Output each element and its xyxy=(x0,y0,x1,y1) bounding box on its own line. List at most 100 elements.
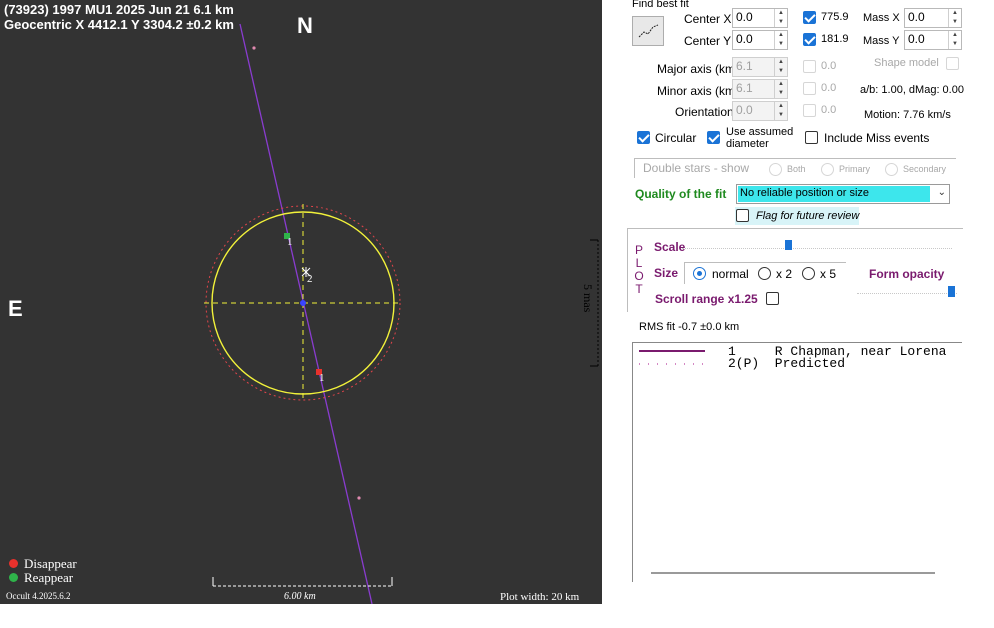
mass-y-value: 0.0 xyxy=(908,32,925,46)
fit-minor-axis-checkbox[interactable] xyxy=(803,82,816,95)
motion-readout: Motion: 7.76 km/s xyxy=(864,109,951,121)
size-x5-label: x 5 xyxy=(820,267,837,281)
size-x2-label: x 2 xyxy=(776,267,793,281)
predicted-point xyxy=(252,46,256,50)
center-y-label: Center Y xyxy=(684,34,732,48)
minor-axis-label: Minor axis (km) xyxy=(657,84,740,98)
spinner-arrows-icon[interactable]: ▲ ▼ xyxy=(948,9,961,27)
scale-bar xyxy=(212,577,393,587)
orientation-label: Orientation xyxy=(675,105,734,119)
observer-line-swatches xyxy=(639,350,705,365)
plot-width-label: Plot width: 20 km xyxy=(500,591,580,603)
flag-review-checkbox[interactable] xyxy=(736,209,749,222)
plot-title-line2: Geocentric X 4412.1 Y 3304.2 ±0.2 km xyxy=(4,17,234,32)
size-x5-radio[interactable] xyxy=(802,267,815,280)
spinner-arrows-icon[interactable]: ▲ ▼ xyxy=(948,31,961,49)
fit-center-x-checkbox[interactable] xyxy=(803,11,816,24)
chord-label: 1 xyxy=(319,372,325,384)
spinner-arrows-icon[interactable]: ▲ ▼ xyxy=(774,102,787,120)
center-y-rms: 181.9 xyxy=(821,33,849,45)
double-both-radio[interactable] xyxy=(769,163,782,176)
center-x-value: 0.0 xyxy=(736,10,753,24)
orientation-input[interactable]: 0.0 ▲ ▼ xyxy=(732,101,788,121)
fit-orientation-checkbox[interactable] xyxy=(803,104,816,117)
size-normal-radio[interactable] xyxy=(693,267,706,280)
shape-model-label: Shape model xyxy=(874,57,939,69)
circular-checkbox[interactable] xyxy=(637,131,650,144)
size-normal-label: normal xyxy=(712,267,749,281)
find-best-fit-button[interactable] xyxy=(632,16,664,46)
fit-control-panel: Find best fit Center X 0.0 ▲ ▼ Center Y 0… xyxy=(602,0,994,628)
center-x-rms: 775.9 xyxy=(821,11,849,23)
use-assumed-diameter-checkbox[interactable] xyxy=(707,131,720,144)
opacity-slider-track[interactable] xyxy=(857,293,957,294)
shape-model-checkbox[interactable] xyxy=(946,57,959,70)
mass-x-label: Mass X xyxy=(863,12,900,24)
observer-list[interactable]: 1 R Chapman, near Lorena 2(P) Predicted xyxy=(632,342,962,582)
plot-title-line1: (73923) 1997 MU1 2025 Jun 21 6.1 km xyxy=(4,2,234,17)
major-axis-value: 6.1 xyxy=(736,59,753,73)
disappear-legend-dot xyxy=(9,559,18,568)
horizontal-scrollbar[interactable] xyxy=(651,572,935,574)
scroll-range-label: Scroll range x1.25 xyxy=(655,292,758,306)
orientation-rms: 0.0 xyxy=(821,104,837,116)
orientation-value: 0.0 xyxy=(736,103,753,117)
scale-label: Scale xyxy=(654,240,686,254)
use-assumed-label-line2: diameter xyxy=(726,138,769,150)
mass-x-input[interactable]: 0.0 ▲ ▼ xyxy=(904,8,962,28)
rms-fit-readout: RMS fit -0.7 ±0.0 km xyxy=(639,321,740,333)
north-label: N xyxy=(297,13,313,38)
mas-scale-label: 5 mas xyxy=(581,284,595,313)
ab-dmag-readout: a/b: 1.00, dMag: 0.00 xyxy=(860,84,964,96)
size-x2-radio[interactable] xyxy=(758,267,771,280)
list-item[interactable]: 2(P) Predicted xyxy=(728,356,845,371)
ellipse-center xyxy=(300,300,306,306)
include-miss-events-checkbox[interactable] xyxy=(805,131,818,144)
scale-slider-thumb[interactable] xyxy=(785,240,792,250)
minor-axis-rms: 0.0 xyxy=(821,82,837,94)
occultation-plot[interactable]: (73923) 1997 MU1 2025 Jun 21 6.1 km Geoc… xyxy=(0,0,602,604)
quality-of-fit-value: No reliable position or size xyxy=(738,186,930,202)
double-stars-label: Double stars - show xyxy=(643,161,750,175)
double-secondary-radio[interactable] xyxy=(885,163,898,176)
predicted-point xyxy=(357,496,361,500)
double-secondary-label: Secondary xyxy=(903,164,947,174)
quality-of-fit-select[interactable]: No reliable position or size ⌄ xyxy=(736,184,950,204)
fit-center-y-checkbox[interactable] xyxy=(803,33,816,46)
mass-x-value: 0.0 xyxy=(908,10,925,24)
flag-review-label: Flag for future review xyxy=(756,210,860,222)
minor-axis-input[interactable]: 6.1 ▲ ▼ xyxy=(732,79,788,99)
chord-label: 1 xyxy=(287,236,293,248)
reappear-legend-label: Reappear xyxy=(24,570,74,585)
spinner-arrows-icon[interactable]: ▲ ▼ xyxy=(774,58,787,76)
reappear-legend-dot xyxy=(9,573,18,582)
size-label: Size xyxy=(654,266,679,280)
version-label: Occult 4.2025.6.2 xyxy=(6,591,71,601)
center-y-value: 0.0 xyxy=(736,32,753,46)
spinner-arrows-icon[interactable]: ▲ ▼ xyxy=(774,9,787,27)
center-y-input[interactable]: 0.0 ▲ ▼ xyxy=(732,30,788,50)
mass-y-input[interactable]: 0.0 ▲ ▼ xyxy=(904,30,962,50)
minor-axis-value: 6.1 xyxy=(736,81,753,95)
scroll-range-checkbox[interactable] xyxy=(766,292,779,305)
spinner-arrows-icon[interactable]: ▲ ▼ xyxy=(774,80,787,98)
plot-canvas xyxy=(204,23,402,604)
major-axis-input[interactable]: 6.1 ▲ ▼ xyxy=(732,57,788,77)
double-primary-radio[interactable] xyxy=(821,163,834,176)
center-x-label: Center X xyxy=(684,12,732,26)
quality-of-fit-label: Quality of the fit xyxy=(635,187,727,201)
major-axis-rms: 0.0 xyxy=(821,60,837,72)
use-assumed-label-line1: Use assumed xyxy=(726,126,794,138)
fit-major-axis-checkbox[interactable] xyxy=(803,60,816,73)
center-x-input[interactable]: 0.0 ▲ ▼ xyxy=(732,8,788,28)
scale-slider-track[interactable] xyxy=(682,248,952,249)
scale-bar-label: 6.00 km xyxy=(284,591,316,602)
double-primary-label: Primary xyxy=(839,164,870,174)
find-best-fit-label: Find best fit xyxy=(632,0,689,10)
plot-letter: T xyxy=(635,282,643,296)
plot-group-caption: P L O T xyxy=(634,244,644,296)
opacity-slider-thumb[interactable] xyxy=(948,286,955,297)
spinner-arrows-icon[interactable]: ▲ ▼ xyxy=(774,31,787,49)
chord-label: 2 xyxy=(307,273,313,285)
fit-chart-icon xyxy=(638,24,659,38)
